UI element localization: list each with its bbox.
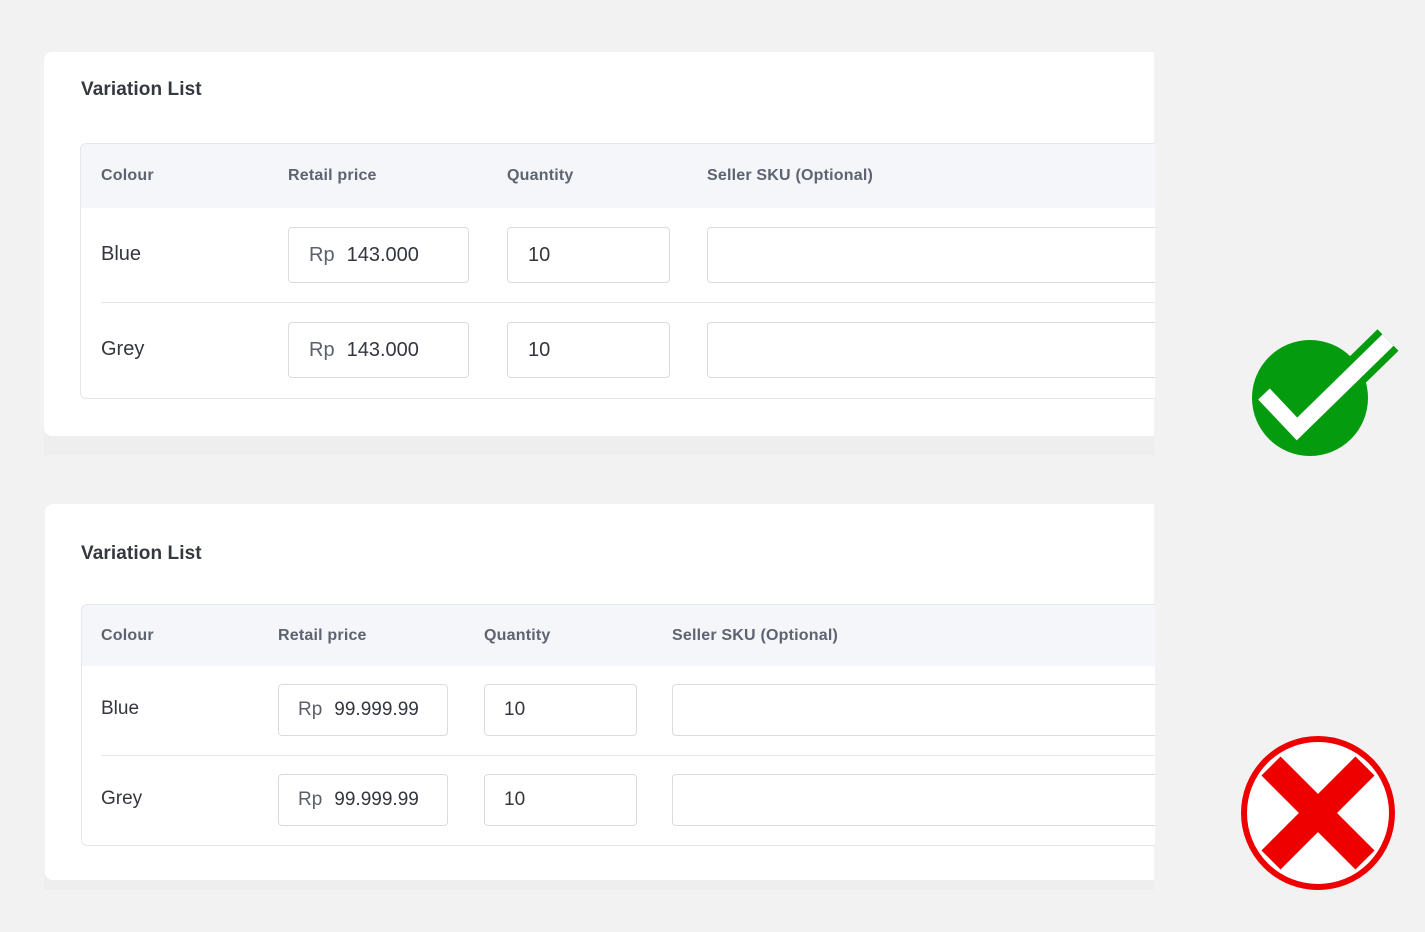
colour-cell: Grey (101, 788, 143, 809)
row-divider (101, 755, 1155, 756)
currency-prefix: Rp (298, 699, 323, 720)
column-header-retail-price: Retail price (278, 627, 367, 644)
currency-prefix: Rp (298, 789, 323, 810)
quantity-input[interactable]: 10 (507, 227, 670, 283)
currency-prefix: Rp (309, 338, 335, 361)
seller-sku-input[interactable] (707, 227, 1155, 283)
price-value: 143.000 (346, 243, 419, 266)
check-icon (1252, 329, 1399, 456)
retail-price-input[interactable]: Rp 99.999.99 (278, 684, 448, 736)
retail-price-input[interactable]: Rp 143.000 (288, 322, 469, 378)
colour-cell: Grey (101, 338, 145, 360)
column-header-colour: Colour (101, 627, 154, 644)
price-value: 99.999.99 (334, 699, 419, 720)
colour-cell: Blue (101, 698, 140, 719)
seller-sku-input[interactable] (672, 774, 1155, 826)
variation-table: Colour Retail price Quantity Seller SKU … (80, 143, 1155, 399)
panel-title: Variation List (81, 543, 202, 564)
cross-icon (1241, 736, 1395, 890)
column-header-seller-sku: Seller SKU (Optional) (707, 167, 873, 184)
quantity-input[interactable]: 10 (484, 774, 637, 826)
retail-price-input[interactable]: Rp 143.000 (288, 227, 469, 283)
quantity-value: 10 (504, 699, 526, 720)
row-divider (101, 302, 1155, 303)
seller-sku-input[interactable] (672, 684, 1155, 736)
price-value: 99.999.99 (334, 789, 419, 810)
column-header-quantity: Quantity (484, 627, 551, 644)
column-header-quantity: Quantity (507, 167, 574, 184)
table-header: Colour Retail price Quantity Seller SKU … (81, 144, 1155, 208)
variation-panel-correct: Variation List Colour Retail price Quant… (44, 52, 1155, 436)
colour-cell: Blue (101, 243, 142, 265)
column-header-seller-sku: Seller SKU (Optional) (672, 627, 838, 644)
column-header-colour: Colour (101, 167, 154, 184)
quantity-input[interactable]: 10 (507, 322, 670, 378)
quantity-value: 10 (528, 338, 551, 361)
column-header-retail-price: Retail price (288, 167, 377, 184)
price-value: 143.000 (346, 338, 419, 361)
quantity-value: 10 (528, 243, 551, 266)
currency-prefix: Rp (309, 243, 335, 266)
retail-price-input[interactable]: Rp 99.999.99 (278, 774, 448, 826)
quantity-input[interactable]: 10 (484, 684, 637, 736)
seller-sku-input[interactable] (707, 322, 1155, 378)
table-header: Colour Retail price Quantity Seller SKU … (82, 605, 1155, 666)
variation-table: Colour Retail price Quantity Seller SKU … (81, 604, 1155, 846)
quantity-value: 10 (504, 789, 526, 810)
variation-panel-wrong: Variation List Colour Retail price Quant… (45, 504, 1155, 880)
panel-title: Variation List (81, 79, 202, 100)
